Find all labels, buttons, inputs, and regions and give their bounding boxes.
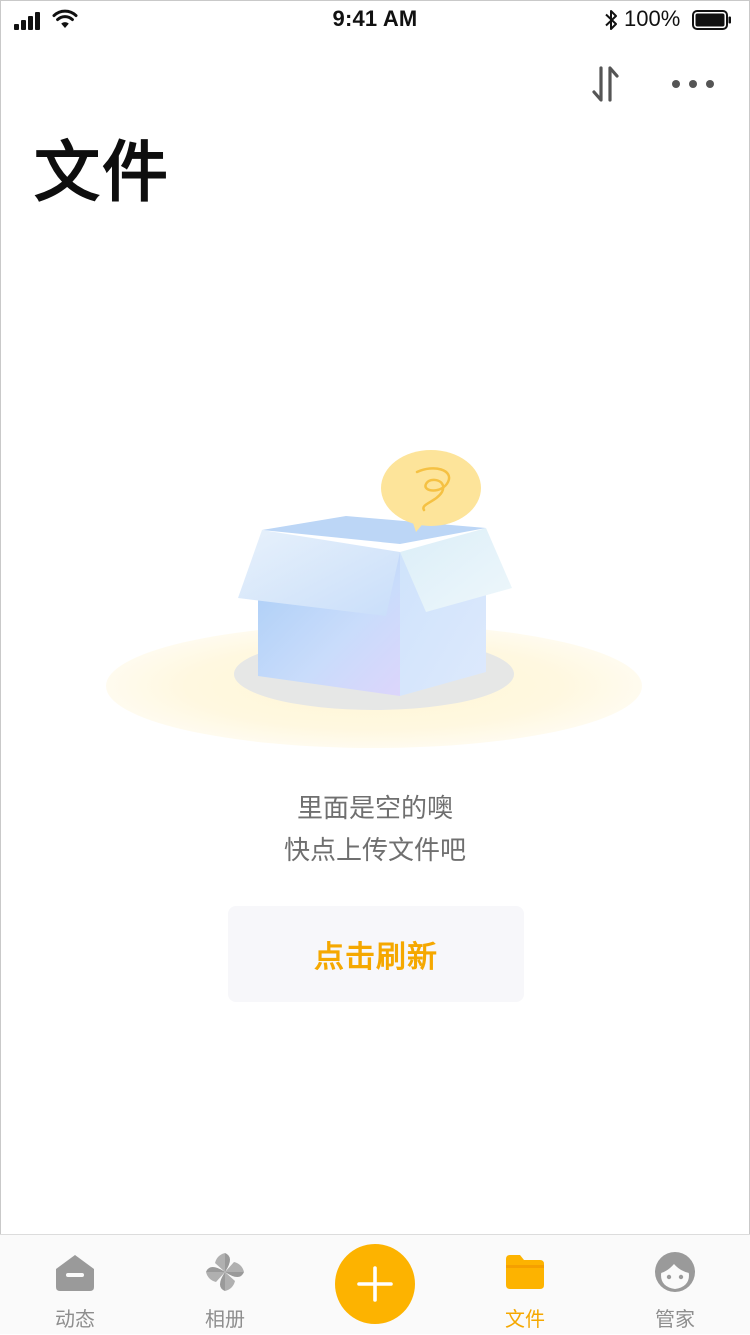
refresh-button[interactable]: 点击刷新 (228, 906, 524, 1002)
empty-message-line2: 快点上传文件吧 (283, 836, 466, 866)
battery-icon (692, 10, 731, 30)
page-title: 文件 (34, 134, 170, 211)
tab-album[interactable]: 相册 (150, 1235, 300, 1335)
bluetooth-icon (605, 10, 617, 30)
tab-feed[interactable]: 动态 (0, 1235, 150, 1335)
pinwheel-icon (206, 1253, 244, 1291)
empty-box-illustration (106, 450, 642, 748)
battery-percentage: 100% (624, 6, 681, 31)
empty-message-line1: 里面是空的噢 (296, 794, 453, 824)
plus-icon (357, 1266, 393, 1302)
add-button[interactable] (335, 1244, 415, 1324)
tab-bar: 动态 相册 文件 管家 (0, 1234, 750, 1334)
tab-label: 管家 (655, 1307, 695, 1331)
transfer-icon[interactable] (588, 62, 624, 106)
tab-label: 文件 (505, 1307, 545, 1331)
more-icon[interactable] (668, 74, 718, 94)
home-icon (56, 1255, 94, 1291)
status-bar: 9:41 AM 100% (0, 0, 750, 40)
face-icon (655, 1252, 695, 1292)
tab-butler[interactable]: 管家 (600, 1235, 750, 1335)
folder-icon (506, 1255, 544, 1289)
tab-files[interactable]: 文件 (450, 1235, 600, 1335)
tab-label: 动态 (55, 1307, 95, 1331)
tab-label: 相册 (205, 1307, 245, 1331)
